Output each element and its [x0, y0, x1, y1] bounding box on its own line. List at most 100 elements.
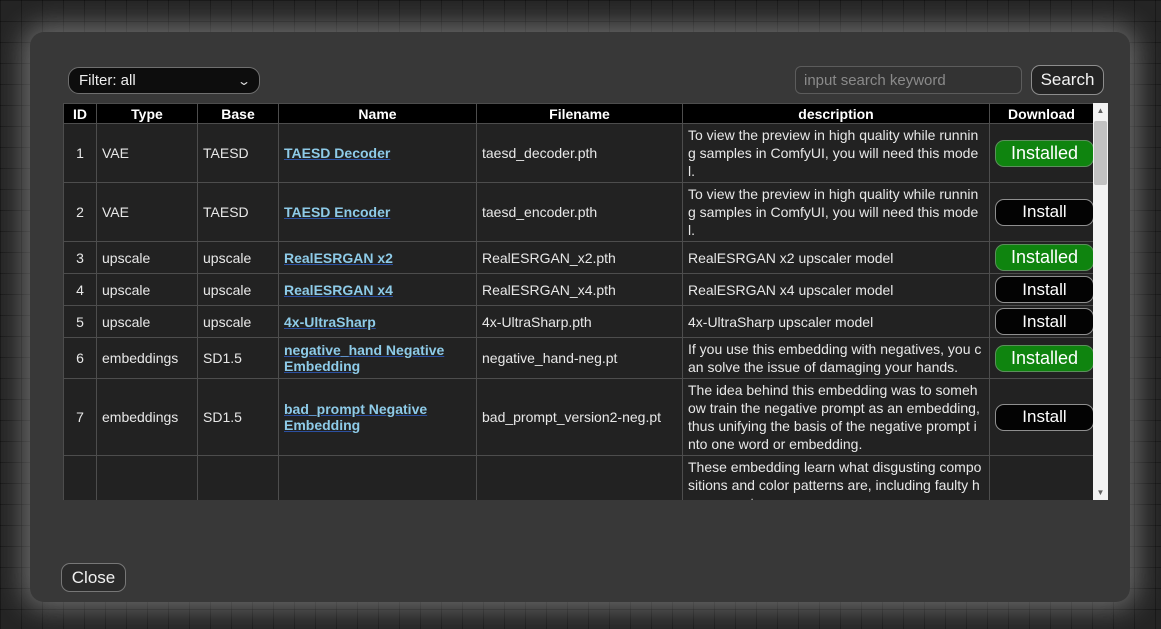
model-name-link[interactable]: bad_prompt Negative Embedding [284, 401, 427, 433]
table-scrollbar[interactable]: ▲ ▼ [1093, 103, 1108, 500]
cell-base: TAESD [198, 183, 279, 242]
cell-name: RealESRGAN x4 [279, 274, 477, 306]
install-button[interactable]: Installed [995, 244, 1094, 271]
cell-id: 3 [64, 242, 97, 274]
scrollbar-thumb[interactable] [1094, 121, 1107, 185]
search-input[interactable] [795, 66, 1022, 94]
cell-download: Install [990, 183, 1094, 242]
cell-filename: negative_hand-neg.pt [477, 338, 683, 379]
table-row: 6 embeddings SD1.5 negative_hand Negativ… [64, 338, 1094, 379]
table-row: 1 VAE TAESD TAESD Decoder taesd_decoder.… [64, 124, 1094, 183]
install-button[interactable]: Install [995, 199, 1094, 226]
install-button[interactable]: Installed [995, 345, 1094, 372]
cell-filename [477, 456, 683, 501]
table-row: 7 embeddings SD1.5 bad_prompt Negative E… [64, 379, 1094, 456]
column-header: Filename [477, 104, 683, 124]
cell-id: 6 [64, 338, 97, 379]
model-name-link[interactable]: negative_hand Negative Embedding [284, 342, 444, 374]
table-body: 1 VAE TAESD TAESD Decoder taesd_decoder.… [64, 124, 1094, 501]
model-name-link[interactable]: RealESRGAN x4 [284, 282, 393, 298]
chevron-down-icon: ⌄ [237, 74, 251, 88]
cell-name: TAESD Encoder [279, 183, 477, 242]
cell-download: Installed [990, 124, 1094, 183]
cell-id: 4 [64, 274, 97, 306]
cell-description: RealESRGAN x2 upscaler model [683, 242, 990, 274]
cell-name [279, 456, 477, 501]
cell-type: upscale [97, 242, 198, 274]
cell-type [97, 456, 198, 501]
cell-description: RealESRGAN x4 upscaler model [683, 274, 990, 306]
filter-select-label: Filter: all [79, 72, 136, 89]
column-header: Download [990, 104, 1094, 124]
cell-id: 5 [64, 306, 97, 338]
model-name-link[interactable]: 4x-UltraSharp [284, 314, 376, 330]
cell-id: 7 [64, 379, 97, 456]
cell-type: VAE [97, 124, 198, 183]
cell-type: VAE [97, 183, 198, 242]
column-header: Type [97, 104, 198, 124]
column-header: Name [279, 104, 477, 124]
cell-base: upscale [198, 306, 279, 338]
table-row: These embedding learn what disgusting co… [64, 456, 1094, 501]
scroll-down-icon[interactable]: ▼ [1093, 485, 1108, 500]
cell-description: These embedding learn what disgusting co… [683, 456, 990, 501]
cell-filename: RealESRGAN_x2.pth [477, 242, 683, 274]
model-name-link[interactable]: TAESD Encoder [284, 204, 390, 220]
cell-name: TAESD Decoder [279, 124, 477, 183]
cell-filename: 4x-UltraSharp.pth [477, 306, 683, 338]
cell-id: 1 [64, 124, 97, 183]
model-name-link[interactable]: RealESRGAN x2 [284, 250, 393, 266]
install-button[interactable]: Install [995, 276, 1094, 303]
cell-description: To view the preview in high quality whil… [683, 183, 990, 242]
cell-id [64, 456, 97, 501]
scroll-up-icon[interactable]: ▲ [1093, 103, 1108, 118]
close-button[interactable]: Close [61, 563, 126, 592]
models-table-container: IDTypeBaseNameFilenamedescriptionDownloa… [63, 103, 1108, 500]
cell-id: 2 [64, 183, 97, 242]
cell-description: The idea behind this embedding was to so… [683, 379, 990, 456]
cell-filename: bad_prompt_version2-neg.pt [477, 379, 683, 456]
table-row: 3 upscale upscale RealESRGAN x2 RealESRG… [64, 242, 1094, 274]
column-header: description [683, 104, 990, 124]
table-header-row: IDTypeBaseNameFilenamedescriptionDownloa… [64, 104, 1094, 124]
cell-name: negative_hand Negative Embedding [279, 338, 477, 379]
cell-name: bad_prompt Negative Embedding [279, 379, 477, 456]
cell-base [198, 456, 279, 501]
column-header: Base [198, 104, 279, 124]
table-row: 5 upscale upscale 4x-UltraSharp 4x-Ultra… [64, 306, 1094, 338]
model-manager-dialog: Filter: all ⌄ Search IDTypeBaseNameFilen… [30, 32, 1130, 602]
cell-base: SD1.5 [198, 338, 279, 379]
table-row: 2 VAE TAESD TAESD Encoder taesd_encoder.… [64, 183, 1094, 242]
cell-filename: RealESRGAN_x4.pth [477, 274, 683, 306]
cell-download: Installed [990, 338, 1094, 379]
filter-select[interactable]: Filter: all ⌄ [68, 67, 260, 94]
column-header: ID [64, 104, 97, 124]
cell-filename: taesd_encoder.pth [477, 183, 683, 242]
models-table: IDTypeBaseNameFilenamedescriptionDownloa… [63, 103, 1094, 500]
cell-download: Install [990, 379, 1094, 456]
cell-type: upscale [97, 306, 198, 338]
cell-base: TAESD [198, 124, 279, 183]
cell-base: upscale [198, 274, 279, 306]
search-button[interactable]: Search [1031, 65, 1104, 95]
cell-base: SD1.5 [198, 379, 279, 456]
cell-description: If you use this embedding with negatives… [683, 338, 990, 379]
install-button[interactable]: Installed [995, 140, 1094, 167]
cell-name: 4x-UltraSharp [279, 306, 477, 338]
install-button[interactable]: Install [995, 404, 1094, 431]
cell-name: RealESRGAN x2 [279, 242, 477, 274]
cell-filename: taesd_decoder.pth [477, 124, 683, 183]
cell-description: 4x-UltraSharp upscaler model [683, 306, 990, 338]
cell-download: Install [990, 306, 1094, 338]
cell-description: To view the preview in high quality whil… [683, 124, 990, 183]
cell-type: embeddings [97, 379, 198, 456]
table-row: 4 upscale upscale RealESRGAN x4 RealESRG… [64, 274, 1094, 306]
cell-download [990, 456, 1094, 501]
cell-type: embeddings [97, 338, 198, 379]
model-name-link[interactable]: TAESD Decoder [284, 145, 390, 161]
cell-type: upscale [97, 274, 198, 306]
cell-download: Installed [990, 242, 1094, 274]
cell-download: Install [990, 274, 1094, 306]
install-button[interactable]: Install [995, 308, 1094, 335]
cell-base: upscale [198, 242, 279, 274]
